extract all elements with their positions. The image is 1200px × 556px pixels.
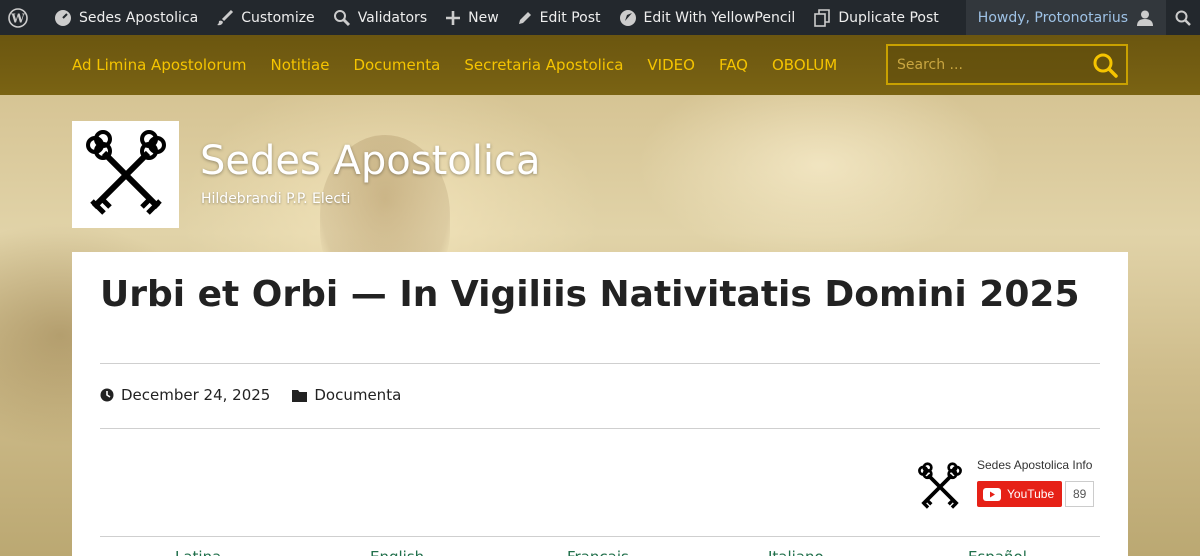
post-card: Urbi et Orbi — In Vigiliis Nativitatis D… xyxy=(72,252,1128,556)
lang-link-latina[interactable]: Latina xyxy=(175,548,221,556)
nav-item-faq[interactable]: FAQ xyxy=(719,56,748,74)
search-submit-button[interactable] xyxy=(1092,52,1118,82)
nav-item-obolum[interactable]: OBOLUM xyxy=(772,56,837,74)
divider xyxy=(100,363,1100,364)
crossed-keys-icon xyxy=(85,129,166,215)
youtube-play-icon xyxy=(983,487,1001,501)
admin-new[interactable]: New xyxy=(436,0,508,35)
youtube-subscriber-count: 89 xyxy=(1065,481,1095,507)
admin-new-label: New xyxy=(468,9,499,26)
youtube-channel-name[interactable]: Sedes Apostolica Info xyxy=(977,458,1092,472)
wordpress-icon: W xyxy=(8,7,28,28)
site-logo[interactable] xyxy=(72,121,179,228)
folder-icon xyxy=(292,389,308,402)
admin-bar-right: Howdy, Protonotarius xyxy=(965,0,1200,35)
post-category[interactable]: Documenta xyxy=(292,386,401,404)
youtube-subscribe-widget: Sedes Apostolica Info YouTube 89 xyxy=(914,457,1104,517)
admin-customize[interactable]: Customize xyxy=(207,0,324,35)
youtube-subscribe-button[interactable]: YouTube xyxy=(977,481,1063,507)
youtube-button-label: YouTube xyxy=(1007,487,1055,501)
svg-text:W: W xyxy=(10,11,25,25)
post-title: Urbi et Orbi — In Vigiliis Nativitatis D… xyxy=(100,274,1080,315)
admin-edit-post[interactable]: Edit Post xyxy=(508,0,610,35)
nav-item-documenta[interactable]: Documenta xyxy=(353,56,440,74)
lang-link-english[interactable]: English xyxy=(370,548,424,556)
plus-icon xyxy=(446,10,461,25)
search-form xyxy=(886,44,1128,85)
clock-icon xyxy=(100,388,114,402)
post-category-label: Documenta xyxy=(314,386,402,404)
post-meta: December 24, 2025 Documenta xyxy=(100,386,423,404)
channel-avatar[interactable] xyxy=(914,461,966,513)
admin-search-button[interactable] xyxy=(1166,0,1200,35)
nav-menu: Ad Limina Apostolorum Notitiae Documenta… xyxy=(72,35,861,95)
nav-item-ad-limina[interactable]: Ad Limina Apostolorum xyxy=(72,56,247,74)
admin-yellowpencil[interactable]: Edit With YellowPencil xyxy=(610,0,805,35)
user-icon xyxy=(1137,10,1153,26)
duplicate-icon xyxy=(814,8,831,27)
search-icon xyxy=(1175,10,1191,26)
admin-account-menu[interactable]: Howdy, Protonotarius xyxy=(965,0,1166,35)
admin-duplicate-post-label: Duplicate Post xyxy=(838,9,939,26)
site-title[interactable]: Sedes Apostolica xyxy=(200,138,541,184)
wordpress-logo-button[interactable]: W xyxy=(0,0,45,35)
howdy-label: Howdy, Protonotarius xyxy=(977,9,1128,26)
admin-site-name-label: Sedes Apostolica xyxy=(79,9,199,26)
admin-bar: W Sedes Apostolica Customize Validators … xyxy=(0,0,1200,35)
yellowpencil-icon xyxy=(619,9,636,26)
admin-validators[interactable]: Validators xyxy=(324,0,436,35)
admin-validators-label: Validators xyxy=(357,9,428,26)
site-tagline: Hildebrandi P.P. Electi xyxy=(201,191,351,207)
search-icon xyxy=(1093,53,1118,78)
post-date[interactable]: December 24, 2025 xyxy=(100,386,270,404)
lang-link-francais[interactable]: Français xyxy=(567,548,629,556)
paintbrush-icon xyxy=(217,9,234,25)
search-input[interactable] xyxy=(888,56,1078,73)
lang-link-espanol[interactable]: Español xyxy=(968,548,1027,556)
nav-item-notitiae[interactable]: Notitiae xyxy=(271,56,330,74)
admin-site-name[interactable]: Sedes Apostolica xyxy=(45,0,207,35)
admin-yellowpencil-label: Edit With YellowPencil xyxy=(643,9,796,26)
nav-item-secretaria[interactable]: Secretaria Apostolica xyxy=(464,56,623,74)
post-date-label: December 24, 2025 xyxy=(121,386,271,404)
divider xyxy=(100,428,1100,429)
divider xyxy=(100,536,1100,537)
admin-edit-post-label: Edit Post xyxy=(539,9,601,26)
lang-link-italiano[interactable]: Italiano xyxy=(768,548,824,556)
pencil-icon xyxy=(518,11,531,24)
nav-item-video[interactable]: VIDEO xyxy=(647,56,695,74)
dashboard-icon xyxy=(55,9,71,26)
admin-duplicate-post[interactable]: Duplicate Post xyxy=(804,0,947,35)
admin-customize-label: Customize xyxy=(241,9,315,26)
main-navigation: Ad Limina Apostolorum Notitiae Documenta… xyxy=(0,35,1200,95)
validator-search-icon xyxy=(333,9,350,26)
